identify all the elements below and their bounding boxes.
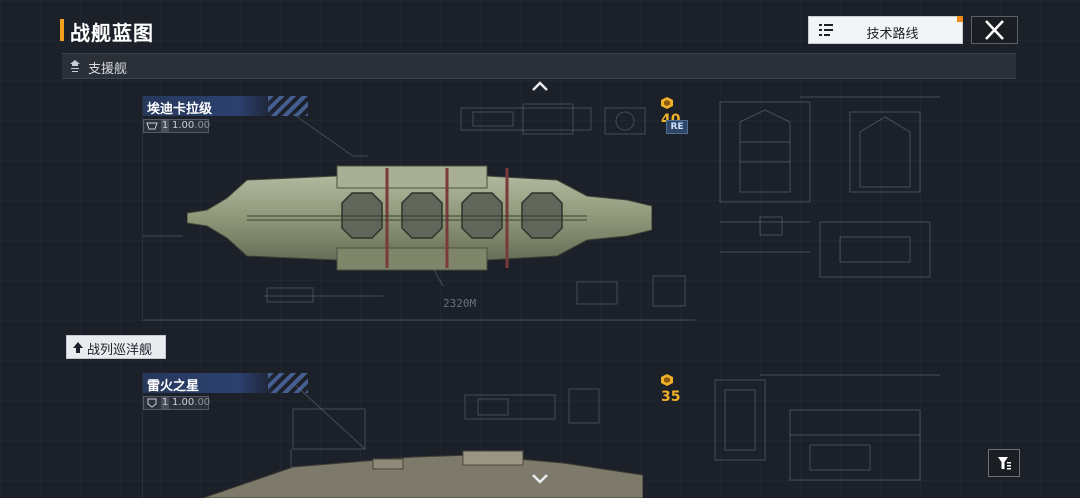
page-title: 战舰蓝图 [70, 21, 154, 45]
rating-value: 1.00.00 [172, 120, 211, 131]
notification-dot [957, 16, 963, 22]
ship-model-ediacara [187, 165, 652, 271]
section-header-support[interactable]: 支援舰 [62, 53, 1016, 79]
tech-route-button[interactable]: 技术路线 [808, 16, 963, 44]
rating-decimals: .00 [194, 120, 211, 131]
name-tag-stripes [268, 373, 308, 393]
category-label: 战列巡洋舰 [87, 343, 153, 358]
tech-route-label: 技术路线 [866, 27, 919, 42]
close-icon [985, 20, 1004, 40]
ship-name-tag: 埃迪卡拉级 [143, 96, 308, 117]
support-ship-icon [70, 60, 80, 72]
section-label: 支援舰 [88, 62, 128, 77]
rating-decimals: .00 [194, 397, 211, 408]
close-button[interactable] [971, 16, 1018, 44]
ship-cost: 35 [661, 373, 695, 405]
name-tag-stripes [268, 96, 308, 116]
blueprint-side-panel [714, 374, 940, 481]
ship-card-ediacara[interactable]: 2320M 埃迪卡拉级 1 1.00.00 RE [142, 96, 695, 321]
header: 战舰蓝图 技术路线 [0, 0, 1080, 50]
title-accent-bar [60, 19, 64, 41]
blueprint-side-panel [719, 96, 940, 278]
ship-name: 雷火之星 [147, 379, 200, 394]
ship-rating: 1 1.00.00 [143, 119, 211, 133]
ship-card-thunderfire-star[interactable]: 雷火之星 1 1.00.00 35 [142, 373, 695, 498]
chevron-down-icon[interactable] [531, 472, 549, 484]
ship-class-icon [146, 122, 158, 130]
ship-rating: 1 1.00.00 [143, 396, 211, 410]
ship-name: 埃迪卡拉级 [147, 102, 213, 117]
ship-cost-value: 35 [661, 389, 681, 405]
ship-model-thunderfire-star [202, 450, 643, 498]
filter-button[interactable] [988, 449, 1020, 477]
chevron-up-icon[interactable] [531, 80, 549, 92]
battlecruiser-icon [73, 342, 83, 353]
rating-level: 1 [161, 120, 169, 132]
rating-value: 1.00.00 [172, 397, 211, 408]
ship-name-tag: 雷火之星 [143, 373, 308, 394]
filter-icon [998, 457, 1011, 470]
coin-icon [661, 97, 673, 109]
ship-length-label: 2320M [443, 297, 477, 310]
rating-level: 1 [161, 397, 169, 409]
tab-battlecruiser[interactable]: 战列巡洋舰 [66, 335, 166, 359]
coin-icon [661, 374, 673, 386]
ship-class-icon [147, 398, 157, 408]
re-badge: RE [666, 120, 688, 134]
